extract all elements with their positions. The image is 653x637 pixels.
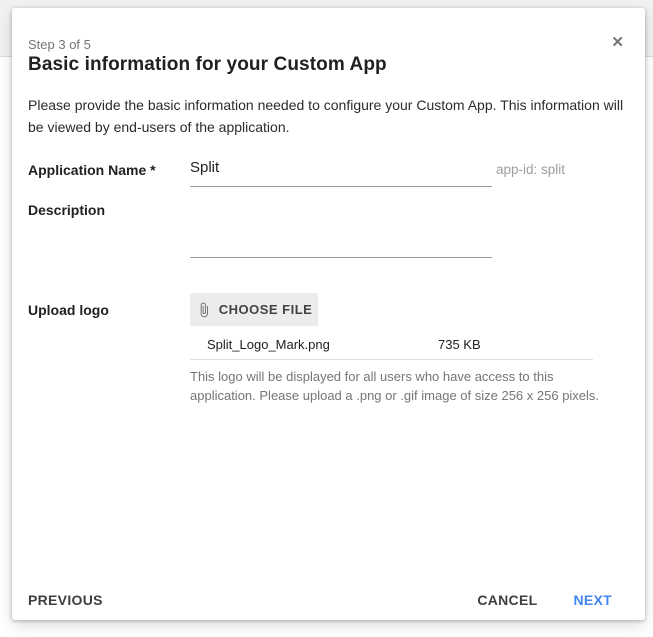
custom-app-dialog: Step 3 of 5 Basic information for your C…	[12, 8, 645, 620]
step-indicator: Step 3 of 5	[28, 37, 91, 52]
uploaded-file-name: Split_Logo_Mark.png	[207, 337, 330, 352]
choose-file-button[interactable]: CHOOSE FILE	[190, 293, 318, 326]
cancel-button[interactable]: CANCEL	[475, 588, 539, 612]
close-icon[interactable]: ✕	[611, 35, 624, 50]
application-name-input[interactable]	[190, 154, 492, 187]
choose-file-label: CHOOSE FILE	[219, 302, 313, 317]
footer-action-group: CANCEL NEXT	[475, 588, 614, 612]
description-textarea[interactable]	[190, 194, 492, 258]
uploaded-file-row: Split_Logo_Mark.png 735 KB	[190, 330, 593, 360]
description-label: Description	[28, 202, 105, 218]
previous-button[interactable]: PREVIOUS	[26, 588, 105, 612]
upload-helper-text: This logo will be displayed for all user…	[190, 367, 614, 405]
application-name-label: Application Name *	[28, 162, 156, 178]
dialog-title: Basic information for your Custom App	[28, 54, 387, 76]
upload-logo-label: Upload logo	[28, 302, 109, 318]
dialog-intro-text: Please provide the basic information nee…	[28, 94, 636, 138]
paperclip-icon	[196, 302, 212, 318]
next-button[interactable]: NEXT	[571, 588, 614, 612]
uploaded-file-size: 735 KB	[438, 337, 481, 352]
app-id-hint: app-id: split	[496, 162, 565, 177]
